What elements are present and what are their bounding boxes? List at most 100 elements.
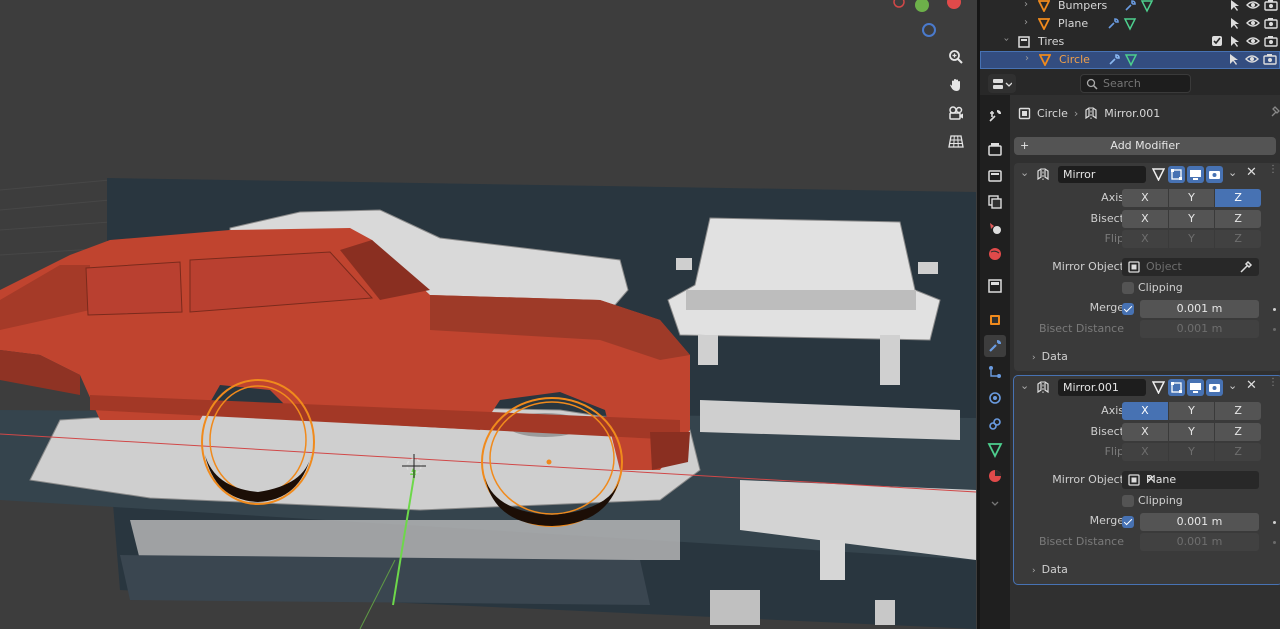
- animate-dot-icon[interactable]: [1273, 308, 1276, 311]
- bisect-x-button[interactable]: X: [1122, 210, 1168, 228]
- tab-view-layer[interactable]: [984, 191, 1006, 213]
- expand-chevron-icon[interactable]: ›: [1025, 53, 1029, 64]
- flip-y-button[interactable]: Y: [1168, 443, 1215, 461]
- checkbox-icon[interactable]: [1210, 34, 1224, 48]
- tab-more[interactable]: [984, 493, 1006, 515]
- outliner-row-plane[interactable]: › Plane: [980, 15, 1280, 33]
- add-modifier-button[interactable]: + Add Modifier: [1014, 137, 1276, 155]
- bisect-z-button[interactable]: Z: [1215, 210, 1262, 228]
- collapse-chevron-icon[interactable]: ›: [1001, 38, 1012, 42]
- grid-icon[interactable]: [943, 128, 969, 154]
- render-camera-icon[interactable]: [1264, 34, 1278, 48]
- outliner-row-tires[interactable]: › Tires: [980, 33, 1280, 51]
- dropdown-chevron-icon[interactable]: ⌄: [1228, 166, 1237, 179]
- axis-x-button[interactable]: X: [1122, 402, 1168, 420]
- modifier-name-field[interactable]: Mirror.001: [1058, 379, 1146, 396]
- render-camera-icon[interactable]: [1263, 52, 1277, 66]
- tab-tool[interactable]: [984, 105, 1006, 127]
- render-camera-icon[interactable]: [1264, 16, 1278, 30]
- outliner-row-bumpers[interactable]: › Bumpers: [980, 0, 1280, 15]
- axis-z-button[interactable]: Z: [1215, 189, 1262, 207]
- expand-chevron-icon[interactable]: ›: [1024, 17, 1028, 28]
- edit-mode-toggle[interactable]: [1168, 166, 1185, 183]
- data-subpanel-header[interactable]: › Data: [1032, 563, 1068, 576]
- 3d-viewport[interactable]: [0, 0, 977, 629]
- bisect-distance-field[interactable]: 0.001 m: [1140, 533, 1259, 551]
- axis-y-button[interactable]: Y: [1168, 402, 1215, 420]
- zoom-icon[interactable]: [943, 44, 969, 70]
- render-toggle[interactable]: [1206, 166, 1223, 183]
- bisect-z-button[interactable]: Z: [1215, 423, 1262, 441]
- collapse-chevron-icon[interactable]: ⌄: [1020, 166, 1029, 179]
- flip-x-button[interactable]: X: [1122, 443, 1168, 461]
- eye-icon[interactable]: [1246, 0, 1260, 12]
- select-cursor-icon[interactable]: [1228, 34, 1242, 48]
- editor-type-button[interactable]: [988, 74, 1016, 93]
- select-cursor-icon[interactable]: [1228, 16, 1242, 30]
- tab-render[interactable]: [984, 138, 1006, 160]
- edit-cage-toggle[interactable]: [1150, 379, 1167, 396]
- bisect-y-button[interactable]: Y: [1168, 210, 1215, 228]
- tab-particles[interactable]: [984, 361, 1006, 383]
- data-subpanel-header[interactable]: › Data: [1032, 350, 1068, 363]
- expand-chevron-icon[interactable]: ›: [1024, 0, 1028, 10]
- camera-icon[interactable]: [943, 100, 969, 126]
- tab-data[interactable]: [984, 439, 1006, 461]
- tab-object[interactable]: [984, 309, 1006, 331]
- merge-checkbox[interactable]: [1122, 303, 1134, 315]
- close-icon[interactable]: ✕: [1246, 165, 1257, 180]
- merge-distance-field[interactable]: 0.001 m: [1140, 300, 1259, 318]
- eye-icon[interactable]: [1245, 52, 1259, 66]
- edit-mode-toggle[interactable]: [1168, 379, 1185, 396]
- clipping-checkbox[interactable]: [1122, 282, 1134, 294]
- flip-y-button[interactable]: Y: [1168, 230, 1215, 248]
- animate-dot-icon[interactable]: [1273, 541, 1276, 544]
- animate-dot-icon[interactable]: [1273, 521, 1276, 524]
- viewport-toggle[interactable]: [1187, 166, 1204, 183]
- viewport-toggle[interactable]: [1187, 379, 1204, 396]
- drag-handle-icon[interactable]: ⋮⋮: [1268, 377, 1280, 388]
- render-toggle[interactable]: [1206, 379, 1223, 396]
- outliner-row-circle[interactable]: › Circle: [980, 51, 1280, 69]
- tab-output[interactable]: [984, 165, 1006, 187]
- flip-x-button[interactable]: X: [1122, 230, 1168, 248]
- tab-world[interactable]: [984, 243, 1006, 265]
- search-input[interactable]: [1080, 74, 1191, 93]
- clear-field-icon[interactable]: ✕: [1146, 472, 1251, 486]
- axis-y-button[interactable]: Y: [1168, 189, 1215, 207]
- dropdown-chevron-icon[interactable]: ⌄: [1228, 379, 1237, 392]
- tab-physics[interactable]: [984, 387, 1006, 409]
- eyedropper-icon[interactable]: [1239, 260, 1253, 274]
- render-camera-icon[interactable]: [1264, 0, 1278, 12]
- viewport-scene[interactable]: [0, 0, 977, 629]
- drag-handle-icon[interactable]: ⋮⋮: [1268, 164, 1280, 175]
- clipping-checkbox[interactable]: [1122, 495, 1134, 507]
- eye-icon[interactable]: [1246, 16, 1260, 30]
- eye-icon[interactable]: [1246, 34, 1260, 48]
- bisect-y-button[interactable]: Y: [1168, 423, 1215, 441]
- pin-icon[interactable]: [1270, 105, 1280, 119]
- mirror-object-field[interactable]: Plane ✕: [1122, 471, 1259, 489]
- collapse-chevron-icon[interactable]: ⌄: [1020, 379, 1029, 392]
- hand-icon[interactable]: [943, 72, 969, 98]
- merge-distance-field[interactable]: 0.001 m: [1140, 513, 1259, 531]
- flip-z-button[interactable]: Z: [1215, 443, 1262, 461]
- tab-constraints[interactable]: [984, 413, 1006, 435]
- merge-checkbox[interactable]: [1122, 516, 1134, 528]
- bisect-x-button[interactable]: X: [1122, 423, 1168, 441]
- edit-cage-toggle[interactable]: [1150, 166, 1167, 183]
- bisect-distance-field[interactable]: 0.001 m: [1140, 320, 1259, 338]
- tab-modifiers[interactable]: [984, 335, 1006, 357]
- tab-scene[interactable]: [984, 217, 1006, 239]
- select-cursor-icon[interactable]: [1227, 52, 1241, 66]
- tab-collection[interactable]: [984, 275, 1006, 297]
- axis-x-button[interactable]: X: [1122, 189, 1168, 207]
- animate-dot-icon[interactable]: [1273, 328, 1276, 331]
- flip-z-button[interactable]: Z: [1215, 230, 1262, 248]
- close-icon[interactable]: ✕: [1246, 378, 1257, 393]
- axis-z-button[interactable]: Z: [1215, 402, 1262, 420]
- search-field[interactable]: [1103, 77, 1188, 90]
- modifier-name-field[interactable]: Mirror: [1058, 166, 1146, 183]
- mirror-object-field[interactable]: Object: [1122, 258, 1259, 276]
- tab-material[interactable]: [984, 465, 1006, 487]
